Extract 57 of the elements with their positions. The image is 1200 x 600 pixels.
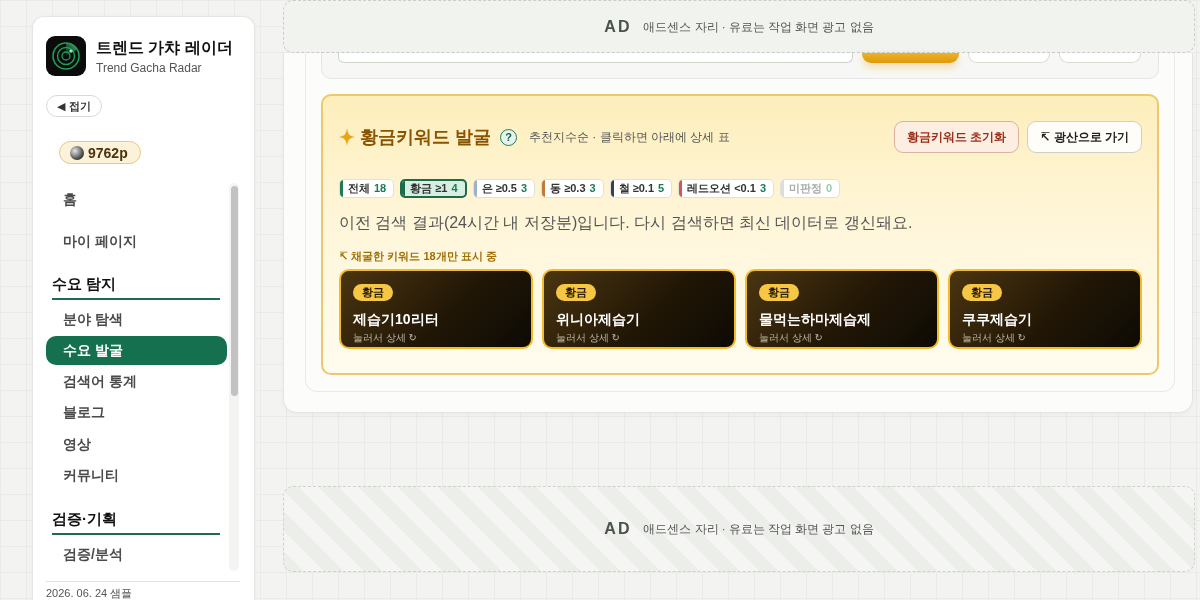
keyword-name: 물먹는하마제습제 — [759, 310, 872, 329]
nav-section-title: 수요 탐지 — [52, 273, 220, 300]
ad-label: AD — [604, 16, 632, 37]
radar-icon — [46, 36, 86, 76]
nav-item[interactable]: 분야 탐색 — [46, 304, 227, 334]
app-subtitle: Trend Gacha Radar — [96, 59, 203, 76]
card-hint: 눌러서 상세 ↻ — [759, 331, 824, 345]
primary-button[interactable] — [862, 53, 959, 63]
keyword-name: 쿠쿠제습기 — [962, 310, 1033, 329]
tier-badge: 황금 — [759, 284, 799, 301]
app-title: 트렌드 가챠 레이더 — [96, 37, 233, 58]
tier-badge: 황금 — [962, 284, 1002, 301]
tier-badge: 황금 — [556, 284, 596, 301]
card-hint: 눌러서 상세 ↻ — [962, 331, 1027, 345]
card-hint: 눌러서 상세 ↻ — [353, 331, 418, 345]
nav-item[interactable]: 홈 — [46, 184, 227, 214]
goto-button[interactable]: ↸ 광산으로 가기 — [1027, 121, 1142, 153]
nav-section-title: 검증·기획 — [52, 508, 220, 535]
scrollbar-thumb[interactable] — [231, 185, 238, 396]
card-hint: 눌러서 상세 ↻ — [556, 331, 621, 345]
collapse-button[interactable]: ◀ 접기 — [46, 95, 102, 117]
keyword-name: 위니아제습기 — [556, 310, 641, 329]
nav-item[interactable]: 블로그 — [46, 398, 227, 428]
filter-chip[interactable]: 동 ≥0.3 3 — [541, 179, 604, 198]
nav-item[interactable]: 수요 발굴 — [46, 336, 227, 366]
help-button[interactable]: ? — [500, 128, 517, 146]
nav-item[interactable]: 커뮤니티 — [46, 460, 227, 490]
footer-text: 2026. 06. 24 샘플 — [46, 581, 240, 600]
nav-item[interactable]: 마이 페이지 — [46, 226, 227, 256]
panel-title: 황금키워드 발굴 — [360, 126, 491, 149]
sparkle-icon — [339, 128, 355, 146]
keyword-card[interactable]: 황금 쿠쿠제습기 눌러서 상세 ↻ — [948, 269, 1142, 349]
filter-chip[interactable]: 철 ≥0.1 5 — [609, 179, 673, 198]
filter-chip[interactable]: 전체 18 — [339, 179, 395, 198]
notice-text: 이전 검색 결과(24시간 내 저장분)입니다. 다시 검색하면 최신 데이터로 갱신돼요. — [339, 213, 914, 233]
nav-item[interactable]: 검색어 통계 — [46, 367, 227, 397]
keyword-name: 제습기10리터 — [353, 310, 440, 329]
points-value: 9762p — [88, 144, 128, 161]
ad-label: AD — [604, 519, 632, 539]
keyword-card[interactable]: 황금 제습기10리터 눌러서 상세 ↻ — [339, 269, 533, 349]
keyword-card[interactable]: 황금 위니아제습기 눌러서 상세 ↻ — [542, 269, 736, 349]
search-field[interactable] — [338, 53, 853, 63]
secondary-button[interactable] — [968, 53, 1050, 63]
filter-chip[interactable]: 레드오션 <0.1 3 — [678, 179, 775, 198]
reset-button[interactable]: 황금키워드 초기화 — [893, 121, 1020, 153]
nav-item[interactable]: 영상 — [46, 429, 227, 459]
keyword-card[interactable]: 황금 물먹는하마제습제 눌러서 상세 ↻ — [745, 269, 939, 349]
coin-icon — [70, 145, 84, 160]
filter-chip[interactable]: 은 ≥0.5 3 — [472, 179, 536, 198]
ad-text: 애드센스 자리 · 유료는 작업 화면 광고 없음 — [643, 522, 874, 537]
filter-note: ↸ 채굴한 키워드 18개만 표시 중 — [339, 249, 498, 264]
ad-text: 애드센스 자리 · 유료는 작업 화면 광고 없음 — [643, 19, 874, 35]
secondary-button[interactable] — [1059, 53, 1141, 63]
tier-badge: 황금 — [353, 284, 393, 301]
panel-subtitle: 추천지수순 · 클릭하면 아래에 상세 표 — [529, 129, 730, 146]
filter-chip[interactable]: 황금 ≥1 4 — [400, 179, 467, 198]
nav-item[interactable]: 검증/분석 — [46, 539, 227, 570]
